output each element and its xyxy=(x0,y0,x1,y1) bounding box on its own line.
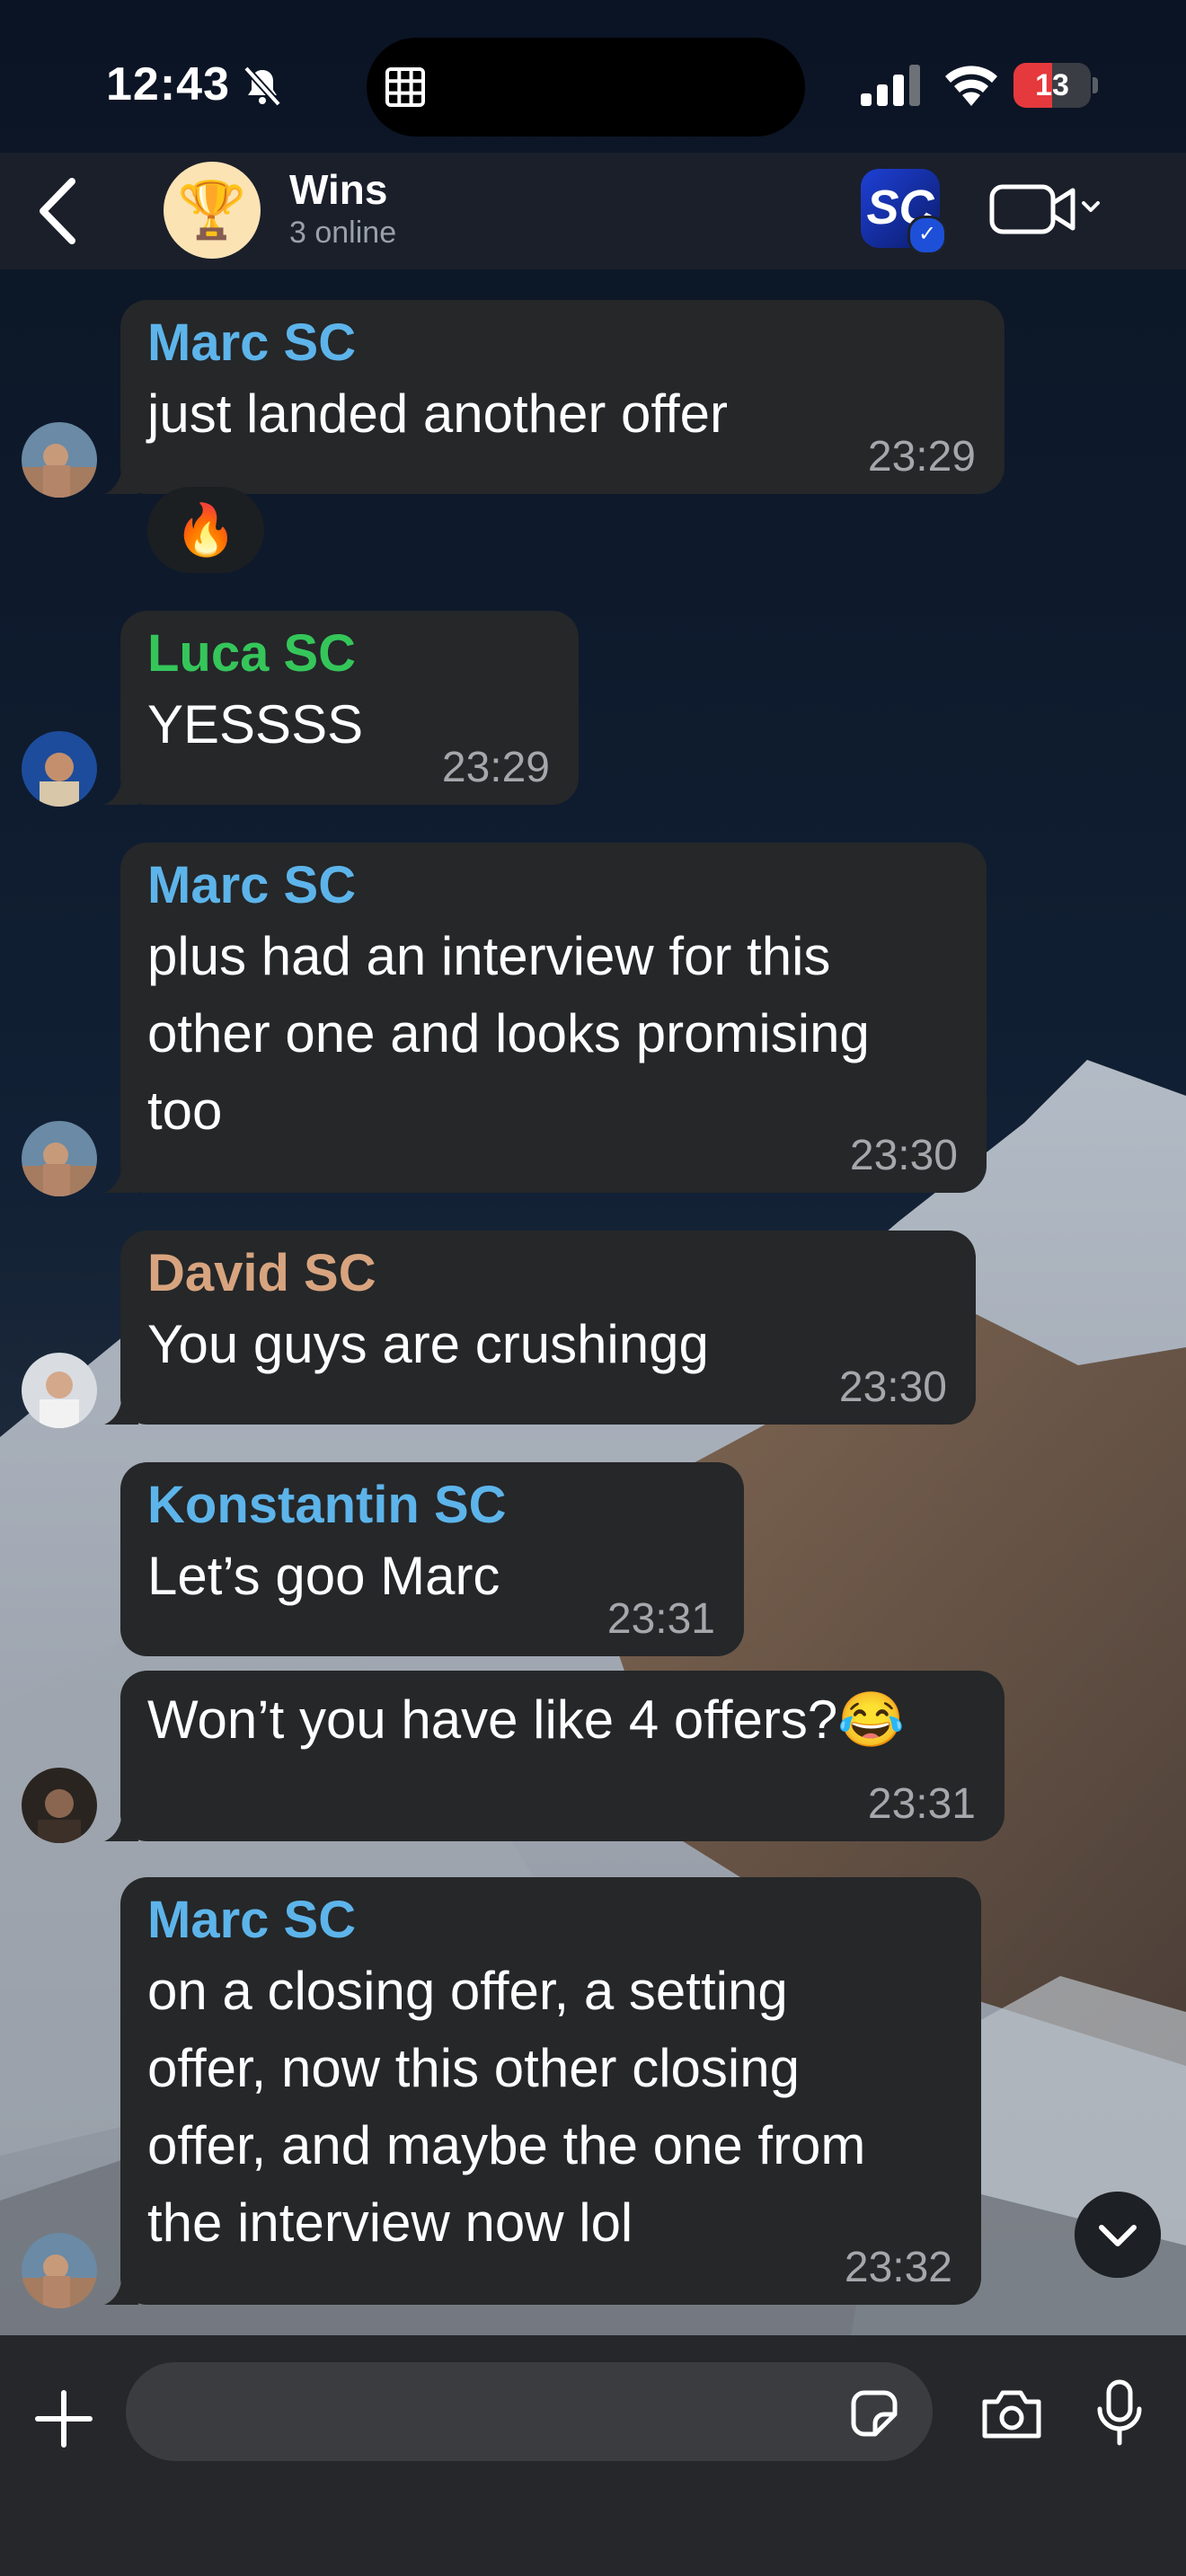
sender-avatar[interactable] xyxy=(22,1768,97,1843)
message-time: 23:30 xyxy=(838,1363,947,1411)
sender-name[interactable]: David SC xyxy=(147,1243,376,1303)
sticker-icon[interactable] xyxy=(848,2387,900,2439)
message-time: 23:32 xyxy=(844,2244,952,2291)
message-text: You guys are crushingg xyxy=(147,1314,709,1374)
message-text: on a closing offer, a setting xyxy=(147,1961,788,2021)
message-time: 23:29 xyxy=(867,433,976,481)
message-time: 23:30 xyxy=(849,1132,958,1179)
message-time: 23:29 xyxy=(441,744,550,791)
message-bubble[interactable]: Marc SC just landed another offer 23:29 xyxy=(104,300,1005,494)
message-bubble[interactable]: Konstantin SC Let’s goo Marc 23:31 xyxy=(120,1462,744,1656)
bell-slash-icon xyxy=(243,66,281,107)
sender-name[interactable]: Marc SC xyxy=(147,855,356,915)
message-bubble[interactable]: Marc SC plus had an interview for this o… xyxy=(104,842,987,1193)
microphone-icon[interactable] xyxy=(1094,2378,1145,2447)
message-text: just landed another offer xyxy=(147,384,729,444)
message-bubble[interactable]: Marc SC on a closing offer, a setting of… xyxy=(104,1877,981,2305)
message-text: Won’t you have like 4 offers?😂 xyxy=(147,1689,905,1750)
message-text: offer, and maybe the one from xyxy=(147,2115,866,2175)
message-bubble[interactable]: Luca SC YESSSS 23:29 xyxy=(104,611,579,805)
sc-app-logo[interactable]: SC ✓ xyxy=(861,169,947,255)
video-camera-icon[interactable] xyxy=(988,178,1105,241)
grid-icon xyxy=(385,67,425,107)
message-text: too xyxy=(147,1081,223,1141)
online-count: 3 online xyxy=(289,216,397,250)
message-composer xyxy=(0,2335,1186,2576)
cellular-signal-icon xyxy=(861,65,920,106)
message-text: the interview now lol xyxy=(147,2192,633,2253)
chevron-left-icon[interactable] xyxy=(27,172,90,250)
group-avatar[interactable]: 🏆 xyxy=(164,162,261,259)
message-text: Let’s goo Marc xyxy=(147,1546,500,1606)
chat-title[interactable]: Wins xyxy=(289,165,387,214)
camera-icon[interactable] xyxy=(979,2387,1044,2441)
message-text: YESSSS xyxy=(147,694,364,754)
message-input[interactable] xyxy=(126,2362,933,2461)
wifi-icon xyxy=(945,66,997,106)
message-text: offer, now this other closing xyxy=(147,2038,800,2098)
status-time: 12:43 xyxy=(106,58,230,110)
sender-name[interactable]: Marc SC xyxy=(147,313,356,373)
reaction-chip[interactable]: 🔥 xyxy=(147,487,264,573)
message-bubble[interactable]: David SC You guys are crushingg 23:30 xyxy=(104,1231,976,1425)
sender-name[interactable]: Marc SC xyxy=(147,1890,356,1950)
sender-avatar[interactable] xyxy=(22,1121,97,1196)
message-time: 23:31 xyxy=(606,1595,715,1643)
sender-avatar[interactable] xyxy=(22,731,97,807)
chat-header: 🏆 Wins 3 online SC ✓ xyxy=(0,153,1186,269)
sender-name[interactable]: Luca SC xyxy=(147,623,356,684)
dynamic-island xyxy=(367,38,805,137)
message-text: other one and looks promising xyxy=(147,1003,870,1063)
scroll-to-bottom-button[interactable] xyxy=(1075,2192,1161,2278)
sender-avatar[interactable] xyxy=(22,1353,97,1428)
message-bubble[interactable]: Won’t you have like 4 offers?😂 23:31 xyxy=(104,1671,1005,1841)
message-time: 23:31 xyxy=(867,1780,976,1828)
sender-name[interactable]: Konstantin SC xyxy=(147,1475,507,1535)
verified-check-icon: ✓ xyxy=(907,216,947,255)
sender-avatar[interactable] xyxy=(22,422,97,498)
status-bar: 12:43 13 xyxy=(0,0,1186,153)
trophy-icon: 🏆 xyxy=(177,179,247,242)
battery-indicator: 13 xyxy=(1013,63,1100,108)
fire-emoji: 🔥 xyxy=(174,501,237,558)
plus-icon[interactable] xyxy=(32,2387,95,2450)
message-text: plus had an interview for this xyxy=(147,926,831,986)
sender-avatar[interactable] xyxy=(22,2233,97,2308)
